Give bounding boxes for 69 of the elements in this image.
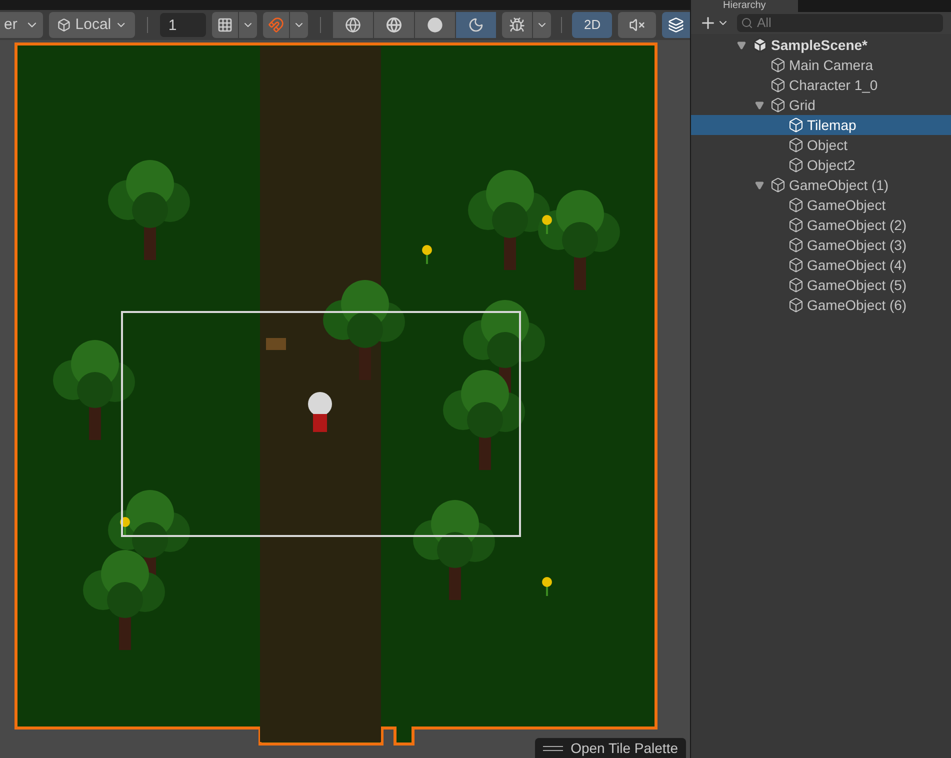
expanded-arrow-icon[interactable] <box>755 100 764 110</box>
expanded-arrow-icon[interactable] <box>755 180 764 190</box>
cube-icon <box>770 177 786 193</box>
cube-icon <box>57 17 72 33</box>
pivot-dropdown[interactable]: er <box>0 12 44 38</box>
hierarchy-item[interactable]: Character 1_0 <box>691 75 951 95</box>
character-sprite-drawing <box>308 392 332 432</box>
hierarchy-item[interactable]: Object2 <box>691 155 951 175</box>
bug-icon <box>509 17 526 33</box>
grid-snap-dropdown[interactable] <box>239 12 258 38</box>
magnet-icon <box>268 17 284 33</box>
hierarchy-item[interactable]: GameObject (6) <box>691 295 951 315</box>
expanded-arrow-icon[interactable] <box>737 40 746 50</box>
cube-icon <box>770 97 786 113</box>
gizmos-button[interactable] <box>502 12 532 38</box>
shaded-sphere-icon <box>427 17 444 33</box>
2d-mode-toggle[interactable]: 2D <box>572 12 612 38</box>
hierarchy-item[interactable]: SampleScene* <box>691 35 951 55</box>
cube-icon <box>788 217 804 233</box>
gizmos-dropdown[interactable] <box>533 12 552 38</box>
open-tile-palette-button[interactable]: Open Tile Palette <box>534 738 686 758</box>
shading-mode-button[interactable] <box>333 12 374 38</box>
hierarchy-item[interactable]: GameObject (1) <box>691 175 951 195</box>
shaded-wireframe-icon <box>386 17 402 33</box>
hierarchy-item[interactable]: GameObject (2) <box>691 215 951 235</box>
hierarchy-tab[interactable]: Hierarchy <box>691 0 798 12</box>
audio-toggle[interactable] <box>618 12 656 38</box>
hierarchy-item[interactable]: Grid <box>691 95 951 115</box>
crescent-icon <box>468 17 484 33</box>
search-icon <box>741 17 753 29</box>
flower-drawing <box>422 245 432 264</box>
mute-icon <box>629 17 646 33</box>
grid-snap-button[interactable] <box>212 12 238 38</box>
increment-snap-dropdown[interactable] <box>290 12 308 38</box>
cube-icon <box>788 157 804 173</box>
cube-icon <box>770 57 786 73</box>
snap-value-field[interactable]: 1 <box>160 13 206 37</box>
wireframe-sphere-icon <box>345 17 362 33</box>
shading-mode-button[interactable] <box>415 12 456 38</box>
cube-icon <box>788 237 804 253</box>
hierarchy-item[interactable]: Object <box>691 135 951 155</box>
effects-button[interactable] <box>662 12 690 38</box>
add-icon <box>699 14 717 32</box>
hierarchy-item[interactable]: Main Camera <box>691 55 951 75</box>
flower-drawing <box>542 577 552 596</box>
increment-snap-button[interactable] <box>263 12 290 38</box>
cube-icon <box>788 277 804 293</box>
cube-icon <box>788 257 804 273</box>
cube-icon <box>770 77 786 93</box>
grid-icon <box>217 17 234 33</box>
hierarchy-item[interactable]: GameObject (4) <box>691 255 951 275</box>
space-dropdown[interactable]: Local <box>49 12 136 38</box>
signpost-drawing <box>266 338 286 350</box>
shading-mode-button[interactable] <box>456 12 496 38</box>
scene-icon <box>752 37 768 53</box>
shading-mode-button[interactable] <box>374 12 414 38</box>
hierarchy-item[interactable]: GameObject <box>691 195 951 215</box>
cube-icon <box>788 117 804 133</box>
flower-drawing <box>120 517 130 536</box>
cube-icon <box>788 137 804 153</box>
handle-icon <box>542 746 563 750</box>
layers-icon <box>668 17 684 33</box>
create-dropdown[interactable] <box>699 14 729 32</box>
hierarchy-item[interactable]: GameObject (3) <box>691 235 951 255</box>
hierarchy-item[interactable]: GameObject (5) <box>691 275 951 295</box>
cube-icon <box>788 297 804 313</box>
flower-drawing <box>542 215 552 234</box>
hierarchy-item[interactable]: Tilemap <box>691 115 951 135</box>
cube-icon <box>788 197 804 213</box>
